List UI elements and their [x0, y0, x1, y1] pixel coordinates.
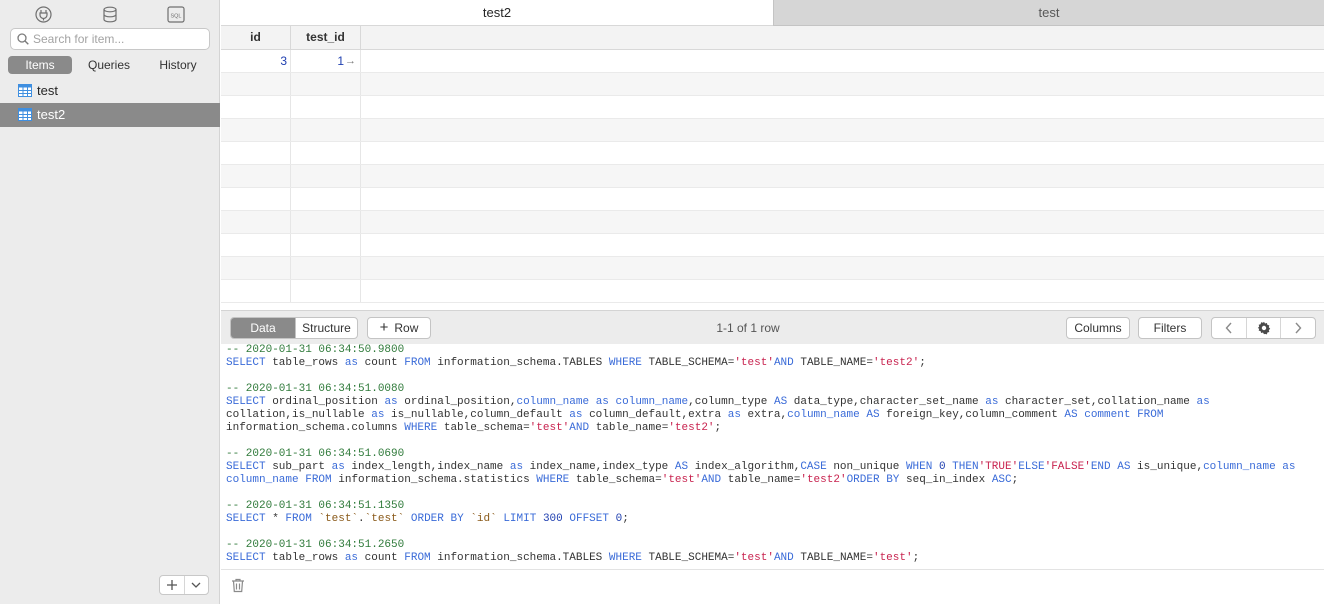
filters-button[interactable]: Filters — [1138, 317, 1202, 339]
grid-header: id test_id — [221, 26, 1324, 50]
add-item-button[interactable] — [160, 576, 184, 594]
log-timestamp: -- 2020-01-31 06:34:51.0690 — [226, 448, 405, 460]
connection-icon[interactable] — [33, 4, 53, 24]
tab-structure[interactable]: Structure — [295, 318, 357, 338]
tab-queries[interactable]: Queries — [78, 56, 140, 74]
empty-row — [221, 96, 1324, 119]
log-entry: -- 2020-01-31 06:34:51.0690 SELECT sub_pa… — [226, 448, 1319, 487]
empty-row — [221, 73, 1324, 96]
empty-row — [221, 119, 1324, 142]
pagination-controls — [1211, 317, 1316, 339]
database-icon[interactable] — [100, 4, 120, 24]
log-sql: SELECT ordinal_position as ordinal_posit… — [226, 396, 1217, 434]
cell-id[interactable]: 3 — [221, 50, 291, 72]
log-timestamp: -- 2020-01-31 06:34:51.0080 — [226, 383, 405, 395]
view-switcher: Data Structure — [230, 317, 358, 339]
empty-row — [221, 211, 1324, 234]
sidebar-top-icons: SQL — [0, 4, 220, 24]
column-header-test-id[interactable]: test_id — [291, 26, 361, 50]
sql-icon[interactable]: SQL — [166, 4, 186, 24]
gear-icon[interactable] — [1245, 318, 1281, 338]
plus-icon: + — [379, 319, 389, 336]
empty-row — [221, 188, 1324, 211]
log-entry: -- 2020-01-31 06:34:50.9800 SELECT table_… — [226, 344, 1319, 370]
table-row[interactable]: 3 1 → — [221, 50, 1324, 73]
search-icon — [17, 33, 29, 48]
data-grid: id test_id 3 1 → — [221, 26, 1324, 304]
add-row-button[interactable]: + Row — [367, 317, 431, 339]
trash-icon[interactable] — [231, 578, 245, 596]
empty-row — [221, 257, 1324, 280]
sidebar-item-label: test2 — [37, 107, 66, 122]
cell-test-id[interactable]: 1 → — [291, 50, 361, 72]
log-entry: -- 2020-01-31 06:34:51.0080 SELECT ordina… — [226, 383, 1319, 435]
column-header-id[interactable]: id — [221, 26, 291, 50]
sidebar: SQL Items Queries History test test2 — [0, 0, 220, 604]
log-timestamp: -- 2020-01-31 06:34:51.2650 — [226, 539, 405, 551]
log-sql: SELECT sub_part as index_length,index_na… — [226, 461, 1296, 486]
search-input[interactable] — [33, 31, 203, 47]
tab-items[interactable]: Items — [8, 56, 72, 74]
empty-row — [221, 280, 1324, 303]
log-sql: SELECT * FROM `test`.`test` ORDER BY `id… — [226, 513, 629, 525]
sidebar-item-test2[interactable]: test2 — [0, 103, 220, 127]
sidebar-item-test[interactable]: test — [0, 79, 220, 103]
next-page-button[interactable] — [1280, 318, 1315, 338]
cell-value: 1 — [337, 54, 344, 68]
query-log[interactable]: -- 2020-01-31 06:34:50.9800 SELECT table_… — [221, 344, 1324, 569]
bottom-toolbar: Data Structure + Row 1-1 of 1 row Columns… — [221, 310, 1324, 344]
empty-row — [221, 165, 1324, 188]
tab-test[interactable]: test — [773, 0, 1324, 26]
row-count: 1-1 of 1 row — [716, 321, 780, 335]
table-icon — [18, 84, 32, 100]
query-log-footer — [221, 569, 1324, 604]
add-row-label: Row — [394, 321, 419, 335]
search-field[interactable] — [10, 28, 210, 50]
chevron-down-icon[interactable] — [183, 576, 209, 594]
log-entry: -- 2020-01-31 06:34:51.1350 SELECT * FROM… — [226, 500, 1319, 526]
empty-row — [221, 234, 1324, 257]
log-sql: SELECT table_rows as count FROM informat… — [226, 357, 926, 369]
previous-page-button[interactable] — [1212, 318, 1246, 338]
svg-text:SQL: SQL — [170, 13, 181, 19]
sidebar-tabs: Items Queries History — [8, 56, 212, 74]
tab-history[interactable]: History — [146, 56, 210, 74]
tab-bar: test2 test — [221, 0, 1324, 26]
foreign-key-arrow-icon[interactable]: → — [345, 50, 356, 72]
table-icon — [18, 108, 32, 124]
columns-button[interactable]: Columns — [1066, 317, 1130, 339]
sidebar-item-label: test — [37, 83, 58, 98]
empty-row — [221, 142, 1324, 165]
log-sql: SELECT table_rows as count FROM informat… — [226, 552, 920, 564]
sidebar-footer-controls — [159, 575, 209, 595]
log-entry: -- 2020-01-31 06:34:51.2650 SELECT table_… — [226, 539, 1319, 565]
log-timestamp: -- 2020-01-31 06:34:50.9800 — [226, 344, 405, 356]
tab-data[interactable]: Data — [231, 318, 295, 338]
tab-test2[interactable]: test2 — [221, 0, 773, 26]
log-timestamp: -- 2020-01-31 06:34:51.1350 — [226, 500, 405, 512]
